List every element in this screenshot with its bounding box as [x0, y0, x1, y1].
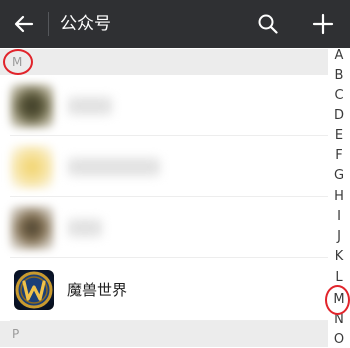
header-divider	[48, 12, 49, 36]
index-letter-e[interactable]: E	[328, 128, 350, 144]
index-letter-l[interactable]: L	[328, 270, 350, 286]
index-letter-j[interactable]: J	[328, 229, 350, 245]
avatar	[14, 270, 54, 310]
index-letter-b[interactable]: B	[328, 68, 350, 84]
world-of-warcraft-logo-icon	[15, 271, 53, 309]
top-bar: 公众号	[0, 0, 350, 48]
index-letter-a[interactable]: A	[328, 48, 350, 64]
account-name: 魔兽世界	[67, 281, 128, 299]
divider	[10, 257, 328, 258]
arrow-left-icon	[14, 15, 34, 33]
section-label: P	[12, 327, 20, 341]
list-item[interactable]	[0, 197, 328, 258]
index-letter-m[interactable]: M	[328, 292, 350, 308]
alphabet-index[interactable]: A B C D E F G H I J K L M N O	[328, 48, 350, 347]
back-button[interactable]	[8, 8, 40, 40]
plus-icon	[312, 13, 334, 35]
index-letter-i[interactable]: I	[328, 209, 350, 225]
list-item[interactable]	[0, 136, 328, 197]
list-item[interactable]	[0, 75, 328, 136]
search-button[interactable]	[252, 8, 284, 40]
section-header-p: P	[0, 321, 328, 347]
index-letter-n[interactable]: N	[328, 312, 350, 328]
blurred-name	[68, 219, 102, 237]
list-item-wow[interactable]: 魔兽世界	[0, 260, 328, 321]
index-letter-c[interactable]: C	[328, 88, 350, 104]
page-title: 公众号	[60, 14, 111, 34]
index-letter-g[interactable]: G	[328, 168, 350, 184]
index-letter-d[interactable]: D	[328, 108, 350, 124]
section-header-m: M	[0, 49, 328, 75]
search-icon	[258, 14, 278, 34]
index-letter-k[interactable]: K	[328, 249, 350, 265]
index-letter-h[interactable]: H	[328, 189, 350, 205]
avatar	[10, 145, 54, 189]
section-label: M	[12, 55, 23, 69]
avatar	[10, 84, 54, 128]
avatar	[10, 206, 54, 250]
blurred-name	[68, 97, 112, 115]
add-button[interactable]	[307, 8, 339, 40]
index-letter-f[interactable]: F	[328, 148, 350, 164]
blurred-name	[68, 158, 160, 176]
